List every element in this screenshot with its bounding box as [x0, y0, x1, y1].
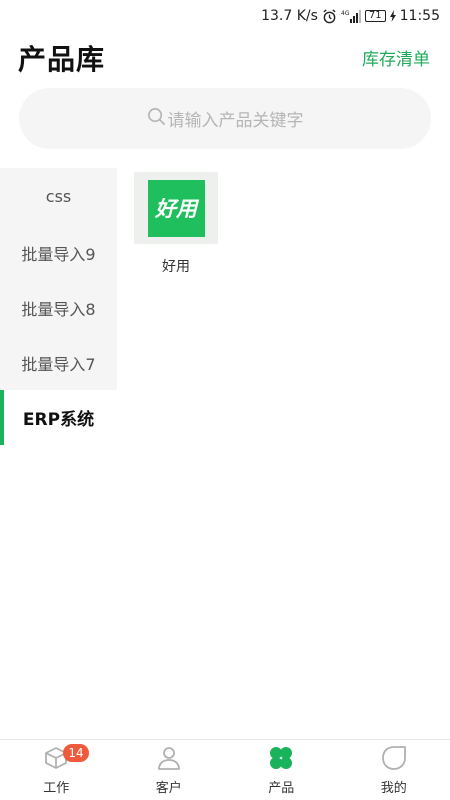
- category-item-batch-7[interactable]: 批量导入7: [0, 335, 117, 390]
- product-name: 好用: [162, 259, 190, 275]
- battery-icon: 71: [364, 10, 386, 22]
- logo-text: 好用: [154, 197, 200, 221]
- category-label: 批量导入7: [21, 354, 96, 374]
- tab-mine[interactable]: 我的: [338, 740, 450, 800]
- inventory-list-link[interactable]: 库存清单: [362, 45, 430, 70]
- clover-icon: [268, 745, 294, 775]
- category-label: css: [45, 187, 72, 206]
- leaf-icon: [381, 745, 407, 775]
- page-title: 产品库: [18, 43, 106, 76]
- bottom-tab-bar: 14 工作 客户 产品 我的: [0, 739, 450, 800]
- tab-label: 客户: [155, 781, 182, 796]
- clock-time: 11:55: [399, 8, 440, 24]
- charging-icon: [389, 10, 396, 22]
- product-card[interactable]: 好用 好用: [134, 172, 218, 276]
- product-thumbnail: 好用: [134, 172, 218, 244]
- tab-label: 产品: [268, 781, 295, 796]
- tab-label: 我的: [380, 781, 407, 796]
- tab-work[interactable]: 14 工作: [0, 740, 113, 800]
- alarm-icon: [322, 8, 337, 24]
- category-item-erp[interactable]: ERP系统: [0, 390, 117, 445]
- category-item-css[interactable]: css: [0, 168, 117, 225]
- category-label: 批量导入9: [21, 244, 96, 264]
- battery-level: 71: [368, 10, 382, 21]
- tab-label: 工作: [43, 781, 70, 796]
- signal-icon: 4G: [341, 9, 361, 24]
- category-sidebar: css 批量导入9 批量导入8 批量导入7 ERP系统: [0, 168, 117, 445]
- tab-customers[interactable]: 客户: [113, 740, 226, 800]
- product-grid: 好用 好用: [134, 172, 218, 276]
- header: 产品库 库存清单: [0, 36, 450, 80]
- status-bar: 13.7 K/s 4G 71 11:55: [0, 0, 450, 32]
- category-item-batch-8[interactable]: 批量导入8: [0, 280, 117, 335]
- tab-products[interactable]: 产品: [225, 740, 338, 800]
- search-placeholder: 请输入产品关键字: [167, 111, 304, 131]
- network-speed: 13.7 K/s: [261, 8, 318, 24]
- category-label: ERP系统: [22, 410, 95, 430]
- product-logo: 好用: [147, 179, 205, 237]
- search-input[interactable]: 请输入产品关键字: [19, 88, 431, 149]
- search-icon: [147, 107, 166, 130]
- category-label: 批量导入8: [21, 299, 96, 319]
- category-item-batch-9[interactable]: 批量导入9: [0, 225, 117, 280]
- network-type: 4G: [341, 10, 350, 17]
- person-icon: [156, 745, 182, 775]
- notification-badge: 14: [63, 744, 89, 762]
